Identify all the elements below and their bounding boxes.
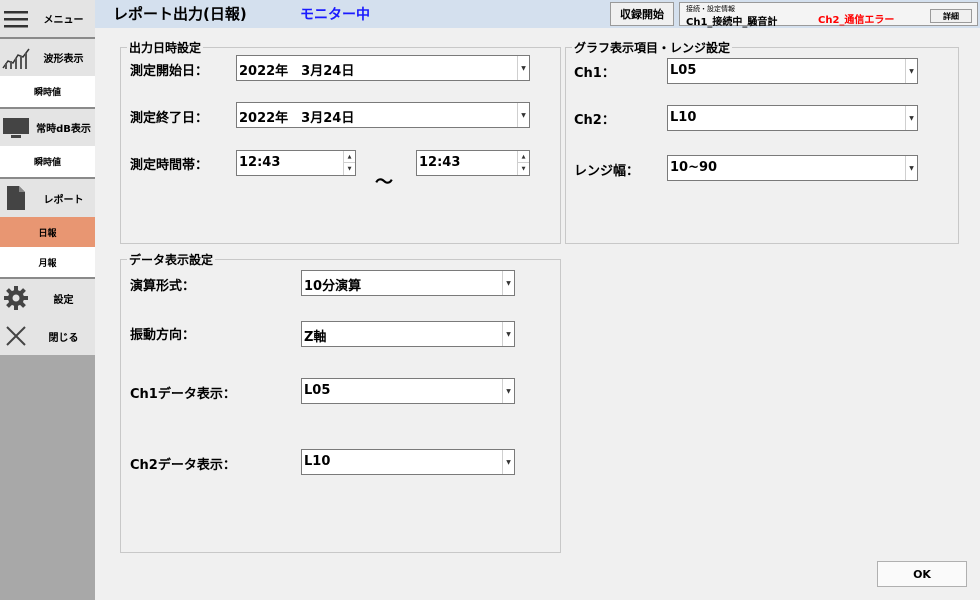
spin-down-icon[interactable]: ▼ xyxy=(344,163,355,175)
chevron-down-icon[interactable]: ▼ xyxy=(517,103,529,127)
monitor-status: モニター中 xyxy=(300,7,370,23)
data-display-group: データ表示設定 xyxy=(120,251,561,553)
connection-info-panel: 接続・設定情報 Ch1_接続中_騒音計 Ch2_通信エラー 詳細 xyxy=(679,2,978,28)
end-date-picker[interactable]: 2022年 3月24日 ▼ xyxy=(236,102,530,128)
time-from-spinner[interactable]: 12:43 ▲ ▼ xyxy=(236,150,356,176)
graph-ch1-label: Ch1： xyxy=(574,66,615,81)
graph-ch1-select[interactable]: L05 ▼ xyxy=(667,58,918,84)
range-width-select[interactable]: 10~90 ▼ xyxy=(667,155,918,181)
graph-ch2-label: Ch2： xyxy=(574,113,615,128)
ch2-data-display-value: L10 xyxy=(304,454,331,469)
sidebar-report-daily-label: 日報 xyxy=(38,228,57,239)
ch1-data-display-select[interactable]: L05 ▼ xyxy=(301,378,515,404)
sidebar-item-report[interactable]: レポート xyxy=(0,179,95,217)
time-from-spin-buttons: ▲ ▼ xyxy=(343,151,355,175)
sidebar: メニュー 波形表示 瞬時値 常時dB表示 瞬時値 レポート 日報 月報 設定 閉… xyxy=(0,0,95,600)
time-to-spinner[interactable]: 12:43 ▲ ▼ xyxy=(416,150,530,176)
start-date-label: 測定開始日： xyxy=(130,64,209,79)
graph-ch2-select[interactable]: L10 ▼ xyxy=(667,105,918,131)
chevron-down-icon[interactable]: ▼ xyxy=(905,106,917,130)
ch2-data-display-label: Ch2データ表示： xyxy=(130,458,236,473)
header: レポート出力(日報) モニター中 収録開始 接続・設定情報 Ch1_接続中_騒音… xyxy=(95,0,980,28)
chevron-down-icon[interactable]: ▼ xyxy=(502,271,514,295)
sidebar-item-db-instant[interactable]: 瞬時値 xyxy=(0,146,95,177)
connection-ch1-status: Ch1_接続中_騒音計 xyxy=(686,17,778,28)
ok-button[interactable]: OK xyxy=(877,561,967,587)
gear-icon xyxy=(0,285,32,311)
chevron-down-icon[interactable]: ▼ xyxy=(517,56,529,80)
time-range-separator: ～ xyxy=(375,172,393,193)
spin-up-icon[interactable]: ▲ xyxy=(344,151,355,163)
sidebar-db-sub-label: 瞬時値 xyxy=(33,158,61,168)
vibration-axis-value: Z軸 xyxy=(304,330,327,345)
time-range-label: 測定時間帯： xyxy=(130,158,209,173)
record-start-button[interactable]: 収録開始 xyxy=(610,2,674,26)
data-display-title: データ表示設定 xyxy=(127,251,216,268)
sidebar-settings-label: 設定 xyxy=(53,294,74,306)
sidebar-item-report-daily[interactable]: 日報 xyxy=(0,217,95,247)
sidebar-report-monthly-label: 月報 xyxy=(38,258,57,269)
range-width-value: 10~90 xyxy=(670,160,718,175)
sidebar-waveform-sub-label: 瞬時値 xyxy=(33,88,61,98)
sidebar-report-label: レポート xyxy=(43,194,84,206)
chevron-down-icon[interactable]: ▼ xyxy=(502,450,514,474)
document-icon xyxy=(0,185,32,211)
graph-settings-title: グラフ表示項目・レンジ設定 xyxy=(572,39,733,56)
sidebar-item-waveform[interactable]: 波形表示 xyxy=(0,39,95,76)
vibration-axis-label: 振動方向： xyxy=(130,328,196,343)
datetime-settings-title: 出力日時設定 xyxy=(127,39,204,56)
sidebar-item-menu[interactable]: メニュー xyxy=(0,0,95,37)
monitor-icon xyxy=(0,117,32,139)
sidebar-menu-label: メニュー xyxy=(43,15,84,26)
sidebar-item-settings[interactable]: 設定 xyxy=(0,279,95,317)
chevron-down-icon[interactable]: ▼ xyxy=(905,156,917,180)
sidebar-item-close[interactable]: 閉じる xyxy=(0,317,95,355)
hamburger-menu-icon xyxy=(0,10,32,28)
graph-ch1-value: L05 xyxy=(670,63,697,78)
start-date-value: 2022年 3月24日 xyxy=(239,64,355,79)
calc-type-select[interactable]: 10分演算 ▼ xyxy=(301,270,515,296)
calc-type-value: 10分演算 xyxy=(304,279,362,294)
connection-ch2-status: Ch2_通信エラー xyxy=(818,15,895,26)
graph-ch2-value: L10 xyxy=(670,110,697,125)
spin-down-icon[interactable]: ▼ xyxy=(518,163,529,175)
chevron-down-icon[interactable]: ▼ xyxy=(905,59,917,83)
sidebar-item-db-display[interactable]: 常時dB表示 xyxy=(0,109,95,146)
sidebar-item-waveform-instant[interactable]: 瞬時値 xyxy=(0,76,95,107)
ch2-data-display-select[interactable]: L10 ▼ xyxy=(301,449,515,475)
sidebar-item-report-monthly[interactable]: 月報 xyxy=(0,247,95,277)
time-from-value: 12:43 xyxy=(239,155,281,170)
sidebar-waveform-label: 波形表示 xyxy=(43,54,84,65)
time-to-value: 12:43 xyxy=(419,155,461,170)
chevron-down-icon[interactable]: ▼ xyxy=(502,379,514,403)
ch1-data-display-label: Ch1データ表示： xyxy=(130,387,236,402)
close-icon xyxy=(0,325,32,347)
range-width-label: レンジ幅： xyxy=(574,164,640,179)
time-to-spin-buttons: ▲ ▼ xyxy=(517,151,529,175)
vibration-axis-select[interactable]: Z軸 ▼ xyxy=(301,321,515,347)
sidebar-close-label: 閉じる xyxy=(48,332,79,344)
calc-type-label: 演算形式： xyxy=(130,279,196,294)
ch1-data-display-value: L05 xyxy=(304,383,331,398)
detail-button[interactable]: 詳細 xyxy=(930,9,972,23)
waveform-chart-icon xyxy=(0,46,32,70)
chevron-down-icon[interactable]: ▼ xyxy=(502,322,514,346)
sidebar-db-label: 常時dB表示 xyxy=(36,124,91,135)
start-date-picker[interactable]: 2022年 3月24日 ▼ xyxy=(236,55,530,81)
end-date-label: 測定終了日： xyxy=(130,111,209,126)
end-date-value: 2022年 3月24日 xyxy=(239,111,355,126)
page-title: レポート出力(日報) xyxy=(113,5,247,23)
spin-up-icon[interactable]: ▲ xyxy=(518,151,529,163)
